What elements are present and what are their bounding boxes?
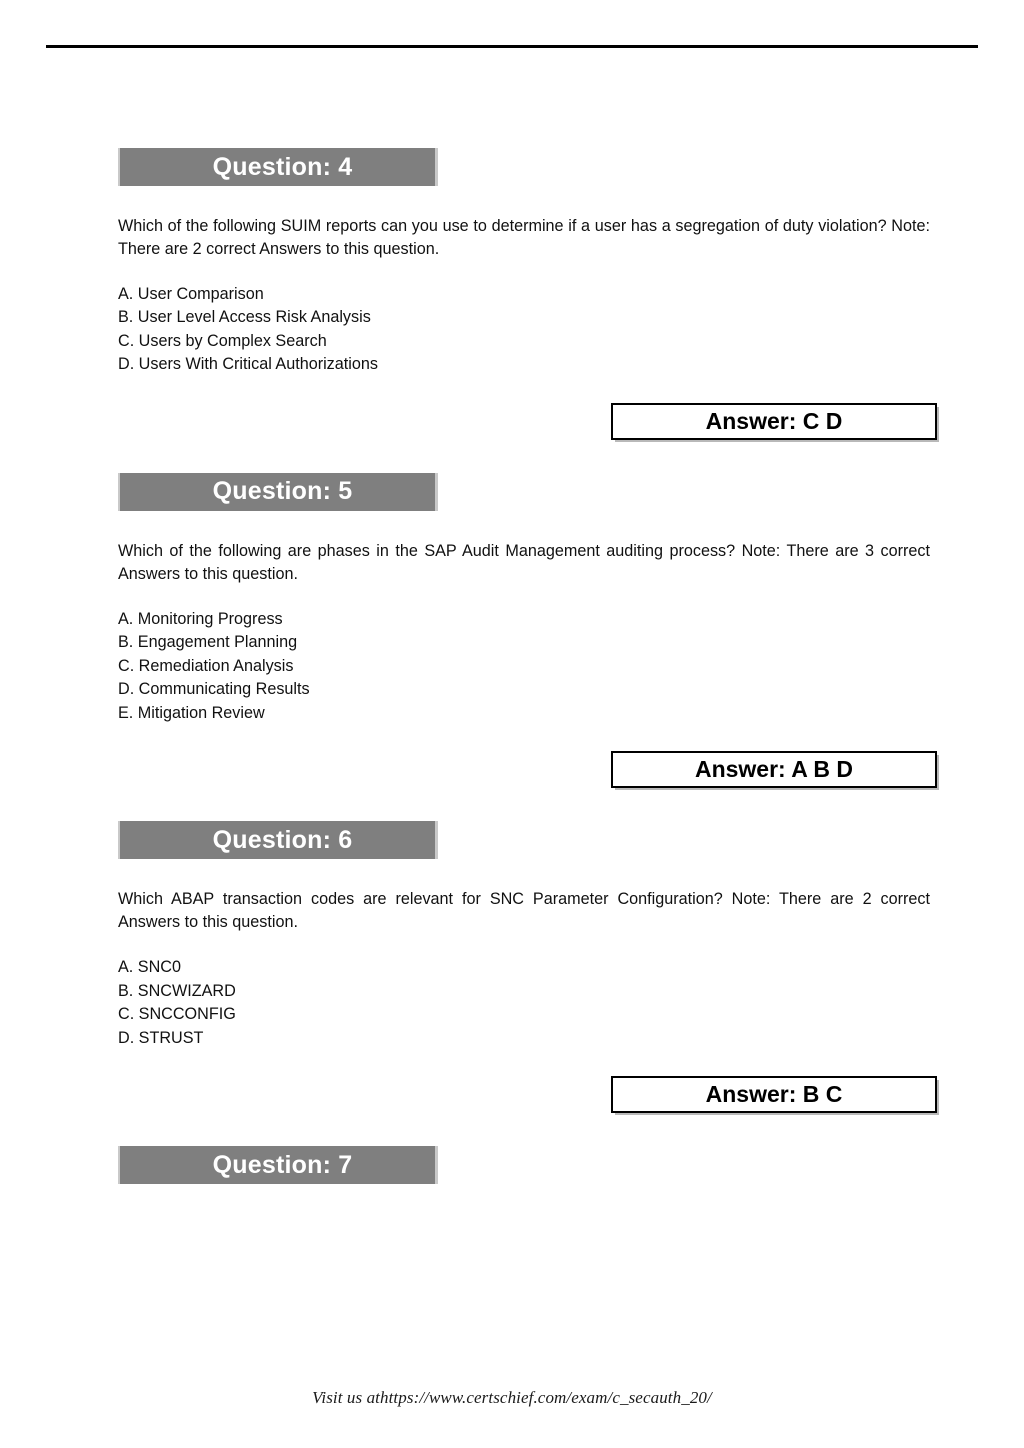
question-block: Question: 7 <box>118 1146 938 1185</box>
question-text: Which of the following SUIM reports can … <box>118 217 930 258</box>
option-item[interactable]: D. Communicating Results <box>118 678 938 701</box>
option-item[interactable]: D. Users With Critical Authorizations <box>118 353 938 376</box>
answer-row: Answer: A B D <box>118 751 938 789</box>
option-item[interactable]: A. SNC0 <box>118 956 938 979</box>
option-item[interactable]: C. Remediation Analysis <box>118 655 938 678</box>
question-list: Question: 4 Which of the following SUIM … <box>118 148 938 1185</box>
answer-label: Answer: C D <box>705 407 843 434</box>
option-item[interactable]: C. SNCCONFIG <box>118 1003 938 1026</box>
question-header-bar: Question: 4 <box>118 148 438 186</box>
option-item[interactable]: B. User Level Access Risk Analysis <box>118 306 938 329</box>
question-header-label: Question: 7 <box>212 1150 353 1179</box>
question-text: Which of the following are phases in the… <box>118 541 930 583</box>
question-header-label: Question: 5 <box>212 477 353 506</box>
question-block: Question: 4 Which of the following SUIM … <box>118 148 938 440</box>
option-list: A. User Comparison B. User Level Access … <box>118 283 938 377</box>
answer-box: Answer: C D <box>611 402 937 440</box>
page-footer: Visit us athttps://www.certschief.com/ex… <box>312 1388 712 1407</box>
question-block: Question: 6 Which ABAP transaction codes… <box>118 821 938 1114</box>
question-block: Question: 5 Which of the following are p… <box>118 472 938 789</box>
answer-label: Answer: A B D <box>694 756 854 783</box>
option-item[interactable]: C. Users by Complex Search <box>118 330 938 353</box>
header-rule <box>46 45 978 48</box>
question-header-bar: Question: 5 <box>118 472 438 511</box>
answer-box: Answer: A B D <box>611 751 937 789</box>
option-list: A. SNC0 B. SNCWIZARD C. SNCCONFIG D. STR… <box>118 956 938 1050</box>
option-item[interactable]: B. Engagement Planning <box>118 631 938 654</box>
document-page: Question: 4 Which of the following SUIM … <box>0 0 1024 1448</box>
question-header-label: Question: 4 <box>212 152 353 181</box>
option-item[interactable]: E. Mitigation Review <box>118 702 938 725</box>
option-item[interactable]: A. User Comparison <box>118 283 938 306</box>
answer-row: Answer: C D <box>118 402 938 440</box>
answer-label: Answer: B C <box>705 1081 843 1108</box>
option-list: A. Monitoring Progress B. Engagement Pla… <box>118 608 938 725</box>
option-item[interactable]: A. Monitoring Progress <box>118 608 938 631</box>
question-header-bar: Question: 6 <box>118 821 438 860</box>
question-text: Which ABAP transaction codes are relevan… <box>118 890 930 932</box>
option-item[interactable]: B. SNCWIZARD <box>118 980 938 1003</box>
answer-row: Answer: B C <box>118 1076 938 1114</box>
question-header-bar: Question: 7 <box>118 1146 438 1185</box>
answer-box: Answer: B C <box>611 1076 937 1114</box>
option-item[interactable]: D. STRUST <box>118 1027 938 1050</box>
question-header-label: Question: 6 <box>212 825 353 854</box>
